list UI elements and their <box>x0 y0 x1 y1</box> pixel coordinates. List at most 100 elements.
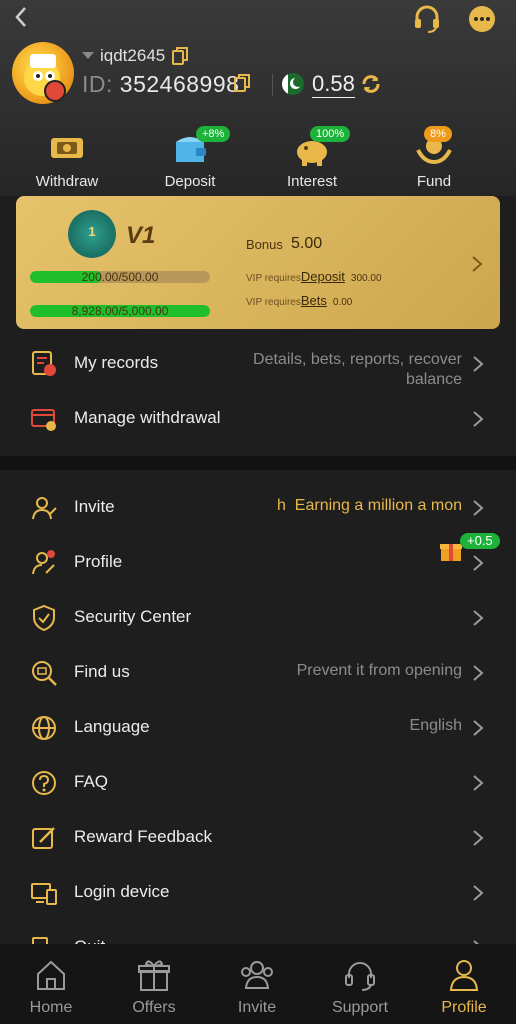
users-icon <box>241 961 273 989</box>
profile-bonus-badge: +0.5 <box>460 533 500 549</box>
wallet-balance: 0.58 <box>312 71 355 98</box>
fund-label: Fund <box>416 173 452 190</box>
deposit-progress-text: 200.00/500.00 <box>81 271 159 283</box>
device-icon <box>31 883 57 905</box>
chevron-right-icon <box>473 356 484 372</box>
my-records-label: My records <box>74 353 159 372</box>
chevron-right-icon <box>473 555 484 571</box>
edit-note-icon <box>32 827 55 849</box>
menu-item-find-us[interactable]: Find us Prevent it from opening <box>0 645 516 700</box>
find-us-hint: Prevent it from opening <box>296 662 462 679</box>
chevron-right-icon <box>473 775 484 791</box>
menu-item-language[interactable]: Language English <box>0 700 516 755</box>
manage-withdrawal-row[interactable]: Manage withdrawal <box>0 391 516 446</box>
invite-user-icon <box>32 497 57 520</box>
deposit-button[interactable]: +8% Deposit <box>140 126 240 190</box>
my-records-row[interactable]: My records Details, bets, reports, recov… <box>0 336 516 390</box>
vip-medal-icon: 1 <box>68 210 116 258</box>
gift-icon <box>138 960 170 991</box>
language-label: Language <box>74 717 150 736</box>
chevron-right-icon <box>473 830 484 846</box>
profile-header: iqdt2645 ID: 352468998 0.58 Withdraw +8%… <box>0 0 516 196</box>
question-icon <box>32 771 56 795</box>
bottom-nav: Home Offers Invite Support Profile <box>0 944 516 1024</box>
nav-offers-label: Offers <box>132 999 176 1016</box>
menu-item-faq[interactable]: FAQ <box>0 755 516 810</box>
chat-icon[interactable] <box>467 4 497 34</box>
menu-item-security-center[interactable]: Security Center <box>0 590 516 645</box>
account-dropdown-icon[interactable] <box>82 52 94 59</box>
user-id-label: ID: <box>82 71 113 97</box>
faq-label: FAQ <box>74 772 109 791</box>
deposit-link[interactable]: Deposit <box>301 269 345 284</box>
bonus-value: 5.00 <box>291 235 323 252</box>
interest-badge: 100% <box>310 126 351 142</box>
bonus-label: Bonus <box>246 237 283 252</box>
nav-profile[interactable]: Profile <box>414 958 514 1017</box>
copy-id-icon[interactable] <box>234 74 250 92</box>
language-value: English <box>409 717 462 734</box>
interest-button[interactable]: 100% Interest <box>262 126 362 190</box>
withdraw-icon <box>51 138 83 158</box>
back-arrow-icon[interactable] <box>10 4 34 30</box>
customer-service-icon[interactable] <box>412 4 442 34</box>
manage-withdrawal-label: Manage withdrawal <box>74 408 221 427</box>
chevron-right-icon <box>473 885 484 901</box>
records-section: My records Details, bets, reports, recov… <box>0 329 516 456</box>
pakistan-flag-icon <box>282 73 304 95</box>
find-us-label: Find us <box>74 662 130 681</box>
nav-home-label: Home <box>29 999 73 1016</box>
chevron-right-icon <box>473 720 484 736</box>
login-device-label: Login device <box>74 882 170 901</box>
globe-icon <box>32 716 56 740</box>
username: iqdt2645 <box>100 46 166 65</box>
security-center-label: Security Center <box>74 607 192 626</box>
menu-item-login-device[interactable]: Login device <box>0 865 516 920</box>
nav-support-label: Support <box>331 999 389 1016</box>
chevron-right-icon <box>473 411 484 427</box>
profile-edit-icon <box>32 550 55 575</box>
vip-deposit-requirement: VIP requiresDeposit 300.00 <box>246 269 382 284</box>
invite-marquee: h Earning a million a mon <box>277 497 462 514</box>
menu-item-reward-feedback[interactable]: Reward Feedback <box>0 810 516 865</box>
nav-invite-label: Invite <box>237 999 277 1016</box>
section-divider <box>0 456 516 470</box>
user-id: ID: 352468998 <box>82 71 239 98</box>
records-icon <box>32 351 56 376</box>
user-icon <box>449 960 479 991</box>
my-records-hint: Details, bets, reports, recover balance <box>253 351 462 388</box>
nav-profile-label: Profile <box>441 999 487 1016</box>
divider <box>272 74 273 96</box>
search-icon <box>32 661 57 686</box>
nav-support[interactable]: Support <box>310 958 410 1017</box>
nav-home[interactable]: Home <box>1 958 101 1017</box>
menu-item-profile[interactable]: Profile +0.5 <box>0 533 516 590</box>
chevron-right-icon <box>473 500 484 516</box>
reward-feedback-label: Reward Feedback <box>74 827 212 846</box>
bets-link[interactable]: Bets <box>301 293 327 308</box>
nav-offers[interactable]: Offers <box>104 958 204 1017</box>
deposit-progress-bar: 200.00/500.00 <box>30 271 210 283</box>
withdraw-button[interactable]: Withdraw <box>17 128 117 190</box>
edit-avatar-icon[interactable] <box>44 80 66 102</box>
invite-label: Invite <box>74 497 115 516</box>
vip-bets-requirement: VIP requiresBets 0.00 <box>246 293 353 308</box>
deposit-label: Deposit <box>164 173 216 190</box>
chevron-right-icon <box>473 665 484 681</box>
refresh-balance-icon[interactable] <box>360 73 382 95</box>
user-id-value: 352468998 <box>119 71 240 97</box>
withdrawal-card-icon <box>31 409 56 431</box>
nav-invite[interactable]: Invite <box>207 958 307 1017</box>
vip-level: V1 <box>126 222 156 249</box>
profile-label: Profile <box>74 552 123 571</box>
home-icon <box>37 960 65 990</box>
chevron-right-icon[interactable] <box>470 256 484 272</box>
menu-item-invite[interactable]: Invite h Earning a million a mon <box>0 480 516 535</box>
interest-label: Interest <box>286 173 338 190</box>
bets-progress-text: 8,928.00/5,000.00 <box>71 305 169 317</box>
bets-progress-bar: 8,928.00/5,000.00 <box>30 305 210 317</box>
copy-username-icon[interactable] <box>172 47 188 65</box>
fund-button[interactable]: 8% Fund <box>384 126 484 190</box>
shield-icon <box>33 604 55 632</box>
vip-card[interactable]: 1 V1 200.00/500.00 8,928.00/5,000.00 Bon… <box>16 196 500 329</box>
